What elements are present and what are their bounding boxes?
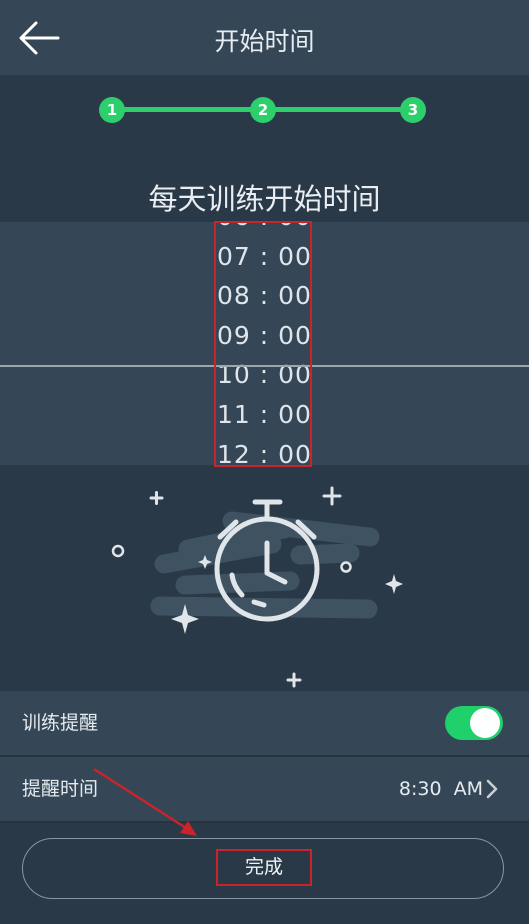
divider [0, 821, 529, 823]
reminder-time-row[interactable]: 提醒时间 8:30 AM [0, 757, 529, 821]
done-button-label[interactable]: 完成 [216, 849, 312, 886]
picker-heading: 每天训练开始时间 [148, 182, 381, 216]
step-1: 1 [99, 97, 125, 123]
header-bar: 开始时间 [0, 0, 529, 75]
step-3: 3 [400, 97, 426, 123]
chevron-right-icon [486, 779, 498, 799]
reminder-time-label: 提醒时间 [22, 778, 99, 800]
reminder-label: 训练提醒 [22, 712, 99, 734]
page-title: 开始时间 [214, 27, 315, 56]
reminder-toggle[interactable] [445, 706, 503, 740]
step-2: 2 [250, 97, 276, 123]
toggle-knob [470, 708, 500, 738]
reminder-time-value: 8:30 AM [398, 778, 483, 800]
stopwatch-icon [111, 486, 403, 688]
annotation-highlight-box [214, 221, 312, 467]
reminder-row: 训练提醒 [0, 691, 529, 755]
